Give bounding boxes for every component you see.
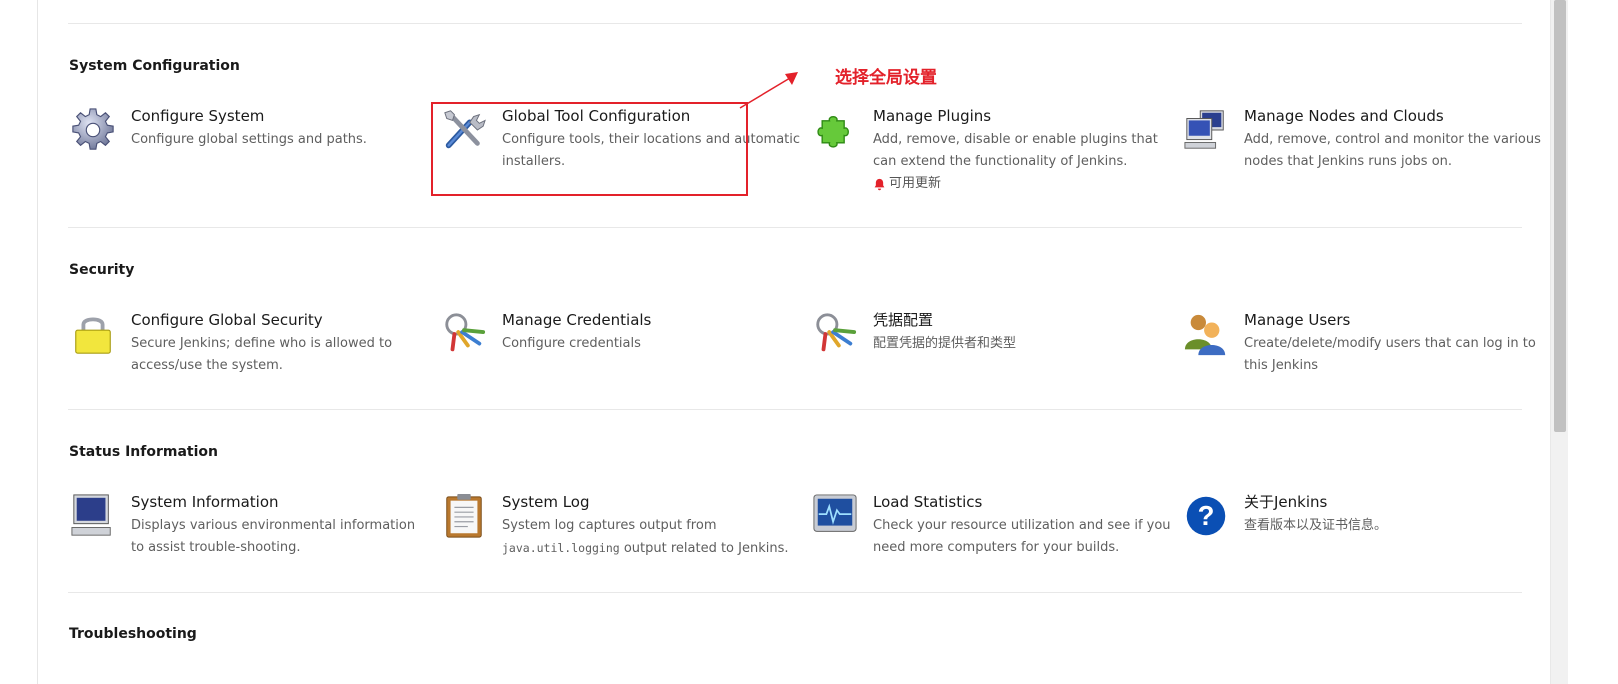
item-title[interactable]: Manage Plugins bbox=[873, 106, 1173, 126]
item-description: Configure credentials bbox=[502, 336, 641, 351]
item-description: Add, remove, control and monitor the var… bbox=[1244, 132, 1541, 169]
content-left-border bbox=[37, 0, 38, 684]
item-description: Displays various environmental informati… bbox=[131, 518, 416, 555]
section-title-security: Security bbox=[69, 262, 135, 278]
monitor-icon bbox=[69, 492, 117, 540]
configure-global-security-link[interactable]: Configure Global Security Secure Jenkins… bbox=[69, 310, 429, 400]
item-title[interactable]: 关于Jenkins bbox=[1244, 492, 1544, 512]
desc-suffix: output related to Jenkins. bbox=[619, 541, 789, 556]
item-title[interactable]: System Information bbox=[131, 492, 431, 512]
section-title-troubleshooting: Troubleshooting bbox=[69, 626, 197, 642]
keys-icon bbox=[440, 310, 488, 358]
manage-credentials-link[interactable]: Manage Credentials Configure credentials bbox=[440, 310, 800, 400]
item-title[interactable]: Manage Nodes and Clouds bbox=[1244, 106, 1544, 126]
system-information-link[interactable]: System Information Displays various envi… bbox=[69, 492, 429, 582]
lock-icon bbox=[69, 310, 117, 358]
help-icon: ? bbox=[1182, 492, 1230, 540]
about-jenkins-link[interactable]: ? 关于Jenkins 查看版本以及证书信息。 bbox=[1182, 492, 1542, 582]
item-description: Check your resource utilization and see … bbox=[873, 518, 1171, 555]
item-description: System log captures output from java.uti… bbox=[502, 515, 802, 560]
divider bbox=[68, 227, 1522, 228]
section-title-system-configuration: System Configuration bbox=[69, 58, 240, 74]
item-description: Secure Jenkins; define who is allowed to… bbox=[131, 336, 393, 373]
annotation-label: 选择全局设置 bbox=[835, 68, 937, 88]
item-title[interactable]: Load Statistics bbox=[873, 492, 1173, 512]
load-statistics-link[interactable]: Load Statistics Check your resource util… bbox=[811, 492, 1171, 582]
updates-available-badge[interactable]: 可用更新 bbox=[873, 173, 1173, 195]
gear-icon bbox=[69, 106, 117, 154]
item-title[interactable]: Manage Credentials bbox=[502, 310, 802, 330]
load-monitor-icon bbox=[811, 492, 859, 540]
system-log-link[interactable]: System Log System log captures output fr… bbox=[440, 492, 800, 582]
manage-nodes-link[interactable]: Manage Nodes and Clouds Add, remove, con… bbox=[1182, 106, 1542, 196]
bell-icon bbox=[874, 178, 885, 190]
puzzle-icon bbox=[811, 106, 859, 154]
item-description: Create/delete/modify users that can log … bbox=[1244, 336, 1536, 373]
right-margin bbox=[1568, 0, 1618, 684]
annotation-arrow-icon bbox=[739, 72, 798, 109]
item-title[interactable]: Configure System bbox=[131, 106, 431, 126]
item-title[interactable]: System Log bbox=[502, 492, 802, 512]
badge-label: 可用更新 bbox=[889, 176, 942, 191]
users-icon bbox=[1182, 310, 1230, 358]
item-title[interactable]: Configure Global Security bbox=[131, 310, 431, 330]
desc-prefix: System log captures output from bbox=[502, 518, 717, 533]
item-description: Configure global settings and paths. bbox=[131, 132, 367, 147]
item-title[interactable]: 凭据配置 bbox=[873, 310, 1173, 330]
manage-plugins-link[interactable]: Manage Plugins Add, remove, disable or e… bbox=[811, 106, 1171, 196]
divider bbox=[68, 23, 1522, 24]
keys-icon bbox=[811, 310, 859, 358]
scrollbar-thumb[interactable] bbox=[1554, 0, 1566, 432]
divider bbox=[68, 592, 1522, 593]
item-description: Add, remove, disable or enable plugins t… bbox=[873, 132, 1158, 169]
clipboard-icon bbox=[440, 492, 488, 540]
annotation-highlight-box bbox=[431, 102, 748, 196]
svg-text:?: ? bbox=[1198, 500, 1215, 531]
credential-providers-link[interactable]: 凭据配置 配置凭据的提供者和类型 bbox=[811, 310, 1171, 400]
configure-system-link[interactable]: Configure System Configure global settin… bbox=[69, 106, 429, 196]
computers-icon bbox=[1182, 106, 1230, 154]
desc-code: java.util.logging bbox=[502, 541, 620, 555]
vertical-scrollbar[interactable] bbox=[1550, 0, 1568, 684]
divider bbox=[68, 409, 1522, 410]
item-description: 查看版本以及证书信息。 bbox=[1244, 518, 1388, 533]
item-description: 配置凭据的提供者和类型 bbox=[873, 336, 1017, 351]
manage-users-link[interactable]: Manage Users Create/delete/modify users … bbox=[1182, 310, 1542, 400]
item-title[interactable]: Manage Users bbox=[1244, 310, 1544, 330]
section-title-status-information: Status Information bbox=[69, 444, 218, 460]
